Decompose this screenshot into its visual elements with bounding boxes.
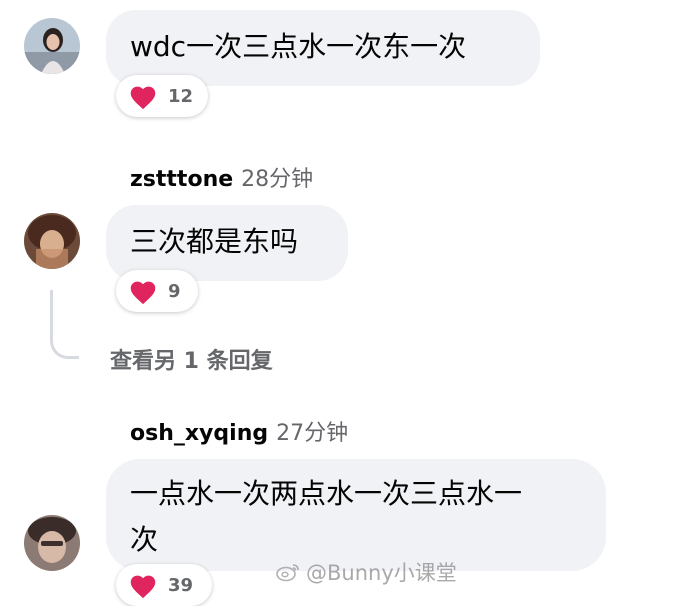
reaction-badge[interactable]: 39	[116, 564, 212, 606]
watermark: @Bunny小课堂	[276, 557, 457, 587]
reaction-badge[interactable]: 9	[116, 270, 198, 312]
reaction-count: 39	[168, 574, 194, 596]
username[interactable]: zstttone	[130, 167, 233, 192]
comment-bubble: 一点水一次两点水一次三点水一 次	[106, 459, 606, 571]
reaction-count: 12	[168, 85, 194, 107]
watermark-text: @Bunny小课堂	[306, 561, 457, 585]
comment-meta: osh_xyqing 27分钟	[130, 415, 348, 447]
comment-text: 三次都是东吗	[130, 225, 299, 258]
red-heart-icon	[130, 575, 156, 598]
reaction-count: 9	[168, 280, 181, 302]
red-heart-icon	[130, 281, 156, 304]
thread-connector	[50, 290, 79, 359]
reaction-badge[interactable]: 12	[116, 75, 208, 117]
avatar[interactable]	[24, 213, 80, 269]
weibo-icon	[276, 564, 299, 582]
comment-text: wdc一次三点水一次东一次	[130, 30, 467, 63]
timestamp: 28分钟	[241, 167, 314, 192]
avatar[interactable]	[24, 515, 80, 571]
avatar[interactable]	[24, 18, 80, 74]
view-more-replies-link[interactable]: 查看另 1 条回复	[110, 343, 273, 375]
comment-meta: zstttone 28分钟	[130, 161, 313, 193]
comment-text-line: 一点水一次两点水一次三点水一	[130, 477, 523, 510]
timestamp: 27分钟	[276, 421, 349, 446]
username[interactable]: osh_xyqing	[130, 421, 268, 446]
red-heart-icon	[130, 86, 156, 109]
